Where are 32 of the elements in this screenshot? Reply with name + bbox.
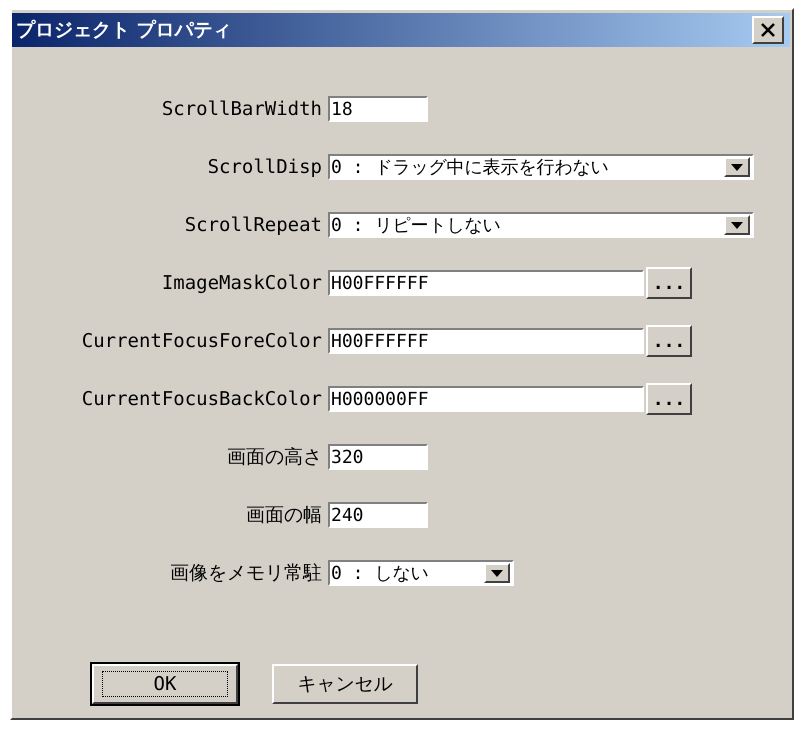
dropdown-button[interactable] — [724, 215, 750, 235]
cancel-button[interactable]: キャンセル — [272, 664, 418, 704]
input-field[interactable]: 18 — [328, 96, 428, 122]
dropdown-field[interactable]: 0 : ドラッグ中に表示を行わない — [328, 154, 754, 180]
input-field[interactable]: 320 — [328, 444, 428, 470]
close-button[interactable] — [752, 16, 784, 44]
input-field[interactable]: H00FFFFFF — [328, 270, 644, 296]
field-label: 画面の高さ — [226, 445, 323, 470]
caret-icon — [731, 222, 743, 228]
close-icon — [760, 23, 776, 37]
field-label: ScrollDisp — [206, 156, 323, 178]
field-label: CurrentFocusBackColor — [80, 388, 323, 410]
input-field[interactable]: H000000FF — [328, 386, 644, 412]
dropdown-field[interactable]: 0 : しない — [328, 560, 514, 586]
field-label: 画面の幅 — [245, 503, 323, 528]
dropdown-button[interactable] — [484, 563, 510, 583]
input-field[interactable]: 240 — [328, 502, 428, 528]
caret-icon — [731, 164, 743, 170]
dropdown-field[interactable]: 0 : リピートしない — [328, 212, 754, 238]
caret-icon — [491, 570, 503, 576]
field-label: CurrentFocusForeColor — [80, 330, 323, 352]
dropdown-button[interactable] — [724, 157, 750, 177]
window-title: プロジェクト プロパティ — [16, 18, 232, 43]
browse-button[interactable]: ... — [646, 383, 692, 415]
field-label: ImageMaskColor — [160, 272, 323, 294]
input-field[interactable]: H00FFFFFF — [328, 328, 644, 354]
field-label: 画像をメモリ常駐 — [169, 561, 323, 586]
browse-button[interactable]: ... — [646, 325, 692, 357]
ok-button[interactable]: OK — [92, 664, 238, 704]
browse-button[interactable]: ... — [646, 267, 692, 299]
field-label: ScrollBarWidth — [160, 98, 323, 120]
field-label: ScrollRepeat — [184, 214, 323, 236]
